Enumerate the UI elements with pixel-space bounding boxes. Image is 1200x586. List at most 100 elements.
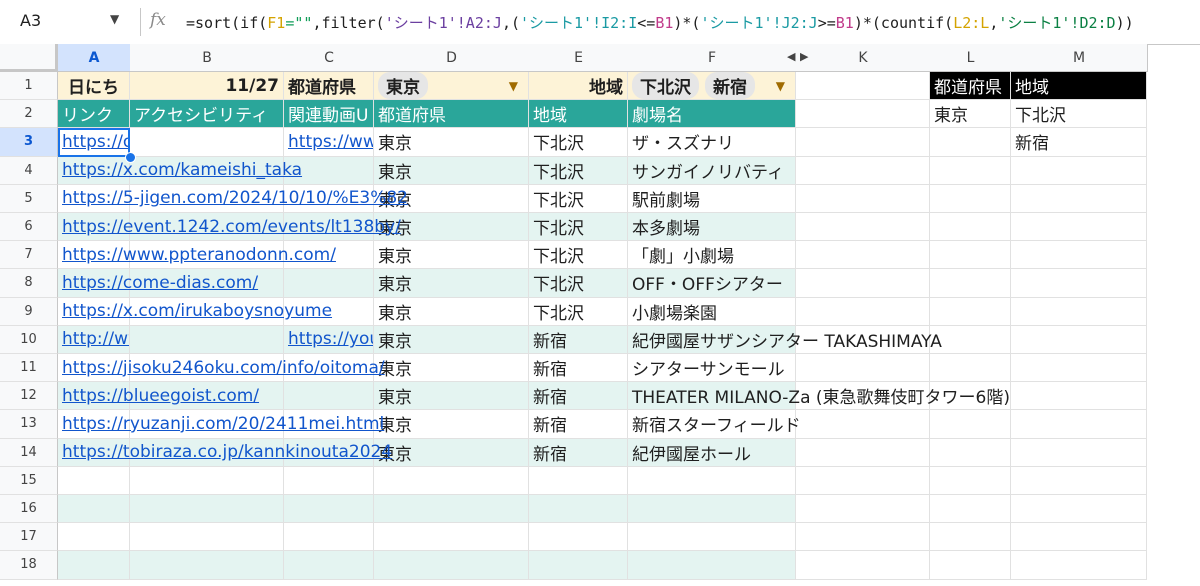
theater-name-cell[interactable]: 紀伊國屋ホール	[628, 438, 796, 467]
region-cell[interactable]: 下北沢	[529, 297, 628, 326]
column-header-k[interactable]: K	[796, 44, 931, 72]
link-text[interactable]: https://www.ppteranodonn.com/	[62, 245, 336, 265]
accessibility-header[interactable]: アクセシビリティ	[130, 100, 284, 129]
related-video-cell[interactable]	[284, 382, 374, 411]
empty-cell[interactable]	[284, 466, 374, 495]
region-cell[interactable]: 新宿	[529, 325, 628, 354]
prefecture-header[interactable]: 都道府県	[374, 100, 529, 129]
link-cell[interactable]: https://event.1242.com/events/lt138by/	[58, 213, 401, 242]
accessibility-cell[interactable]	[130, 325, 284, 354]
column-header-b[interactable]: B	[130, 44, 285, 72]
empty-cell[interactable]	[284, 523, 374, 552]
criteria-region-value[interactable]: 下北沢	[1011, 100, 1147, 129]
column-header-l[interactable]: L	[930, 44, 1012, 72]
region-cell[interactable]: 新宿	[529, 382, 628, 411]
fill-handle[interactable]	[125, 151, 136, 163]
region-cell[interactable]: 下北沢	[529, 269, 628, 298]
empty-cell[interactable]	[796, 297, 930, 326]
theater-name-cell[interactable]: 本多劇場	[628, 213, 796, 242]
region-cell[interactable]: 下北沢	[529, 156, 628, 185]
region-filter-cell[interactable]: 下北沢 新宿 ▼	[628, 72, 796, 101]
empty-cell[interactable]	[284, 495, 374, 524]
empty-cell[interactable]	[529, 466, 628, 495]
empty-cell[interactable]	[930, 354, 1011, 383]
empty-cell[interactable]	[796, 438, 930, 467]
region-cell[interactable]: 下北沢	[529, 184, 628, 213]
criteria-region-value[interactable]: 新宿	[1011, 128, 1147, 157]
link-cell[interactable]: https://x.com/irukaboysnoyume	[58, 297, 332, 326]
empty-cell[interactable]	[930, 269, 1011, 298]
link-cell[interactable]: https://5-jigen.com/2024/10/10/%E3%82	[58, 184, 408, 213]
column-header-f[interactable]: F	[628, 44, 797, 72]
link-text[interactable]: https://event.1242.com/events/lt138by/	[62, 217, 401, 237]
empty-cell[interactable]	[374, 466, 529, 495]
empty-cell[interactable]	[529, 551, 628, 580]
empty-cell[interactable]	[796, 241, 930, 270]
empty-cell[interactable]	[628, 466, 796, 495]
column-header-a[interactable]: A	[58, 44, 131, 72]
theater-name-cell[interactable]: 小劇場楽園	[628, 297, 796, 326]
empty-cell[interactable]	[796, 213, 930, 242]
empty-cell[interactable]	[1011, 241, 1147, 270]
empty-cell[interactable]	[796, 495, 930, 524]
empty-cell[interactable]	[1011, 410, 1147, 439]
theater-name-cell[interactable]: 紀伊國屋サザンシアター TAKASHIMAYA	[628, 325, 942, 354]
row-header-13[interactable]: 13	[0, 410, 58, 439]
empty-cell[interactable]	[796, 410, 930, 439]
empty-cell[interactable]	[930, 184, 1011, 213]
region-cell[interactable]: 新宿	[529, 354, 628, 383]
link-text[interactable]: https://jisoku246oku.com/info/oitoma/	[62, 358, 385, 378]
empty-cell[interactable]	[58, 466, 130, 495]
region-cell[interactable]: 下北沢	[529, 241, 628, 270]
empty-cell[interactable]	[796, 184, 930, 213]
select-all-corner[interactable]	[0, 44, 58, 72]
prefecture-cell[interactable]: 東京	[374, 354, 529, 383]
row-header-16[interactable]: 16	[0, 495, 58, 524]
empty-cell[interactable]	[1011, 382, 1147, 411]
row-header-3[interactable]: 3	[0, 128, 58, 157]
prefecture-cell[interactable]: 東京	[374, 410, 529, 439]
region-cell[interactable]: 下北沢	[529, 213, 628, 242]
name-box[interactable]: A3 ▼	[0, 0, 135, 44]
theater-name-header[interactable]: 劇場名	[628, 100, 796, 129]
empty-cell[interactable]	[628, 551, 796, 580]
related-video-cell[interactable]	[284, 269, 374, 298]
date-value-cell[interactable]: 11/27	[130, 72, 284, 101]
theater-name-cell[interactable]: 「劇」小劇場	[628, 241, 796, 270]
empty-cell[interactable]	[374, 551, 529, 580]
link-text[interactable]: http://www.komatsuza.co.jp/	[62, 329, 129, 349]
hidden-columns-right-arrow-icon[interactable]: ▶	[800, 50, 808, 63]
empty-cell[interactable]	[628, 495, 796, 524]
row-header-14[interactable]: 14	[0, 438, 58, 467]
chevron-down-icon[interactable]: ▼	[110, 12, 119, 26]
empty-cell[interactable]	[930, 241, 1011, 270]
empty-cell[interactable]	[930, 128, 1011, 157]
prefecture-cell[interactable]: 東京	[374, 382, 529, 411]
empty-cell[interactable]	[930, 438, 1011, 467]
dropdown-arrow-icon[interactable]: ▼	[509, 79, 524, 93]
column-header-d[interactable]: D	[374, 44, 530, 72]
empty-cell[interactable]	[930, 325, 1011, 354]
date-label-cell[interactable]: 日にち	[58, 72, 130, 101]
empty-cell[interactable]	[796, 466, 930, 495]
prefecture-cell[interactable]: 東京	[374, 325, 529, 354]
row-header-17[interactable]: 17	[0, 523, 58, 552]
spreadsheet-grid[interactable]: A B C D E F K L M ◀ ▶ 1 2 3 4 5 6 7 8 9 10 11 12 13 14 15 16 17 18 日に…	[0, 44, 1200, 586]
link-cell[interactable]: https://x.com/kameishi_taka	[58, 156, 302, 185]
link-text[interactable]: https://blueegoist.com/	[62, 386, 259, 406]
empty-cell[interactable]	[930, 495, 1011, 524]
link-text[interactable]: https://5-jigen.com/2024/10/10/%E3%82	[62, 188, 408, 208]
link-text[interactable]: https://come-dias.com/	[62, 273, 258, 293]
empty-cell[interactable]	[1011, 495, 1147, 524]
row-header-10[interactable]: 10	[0, 325, 58, 354]
row-header-4[interactable]: 4	[0, 156, 58, 185]
empty-cell[interactable]	[1011, 466, 1147, 495]
row-header-9[interactable]: 9	[0, 297, 58, 326]
prefecture-cell[interactable]: 東京	[374, 438, 529, 467]
region-chip[interactable]: 下北沢	[632, 72, 699, 100]
theater-name-cell[interactable]: OFF・OFFシアター	[628, 269, 796, 298]
theater-name-cell[interactable]: ザ・スズナリ	[628, 128, 796, 157]
prefecture-cell[interactable]: 東京	[374, 269, 529, 298]
empty-cell[interactable]	[529, 495, 628, 524]
link-text[interactable]: https://tobiraza.co.jp/kannkinouta2024	[62, 442, 392, 462]
